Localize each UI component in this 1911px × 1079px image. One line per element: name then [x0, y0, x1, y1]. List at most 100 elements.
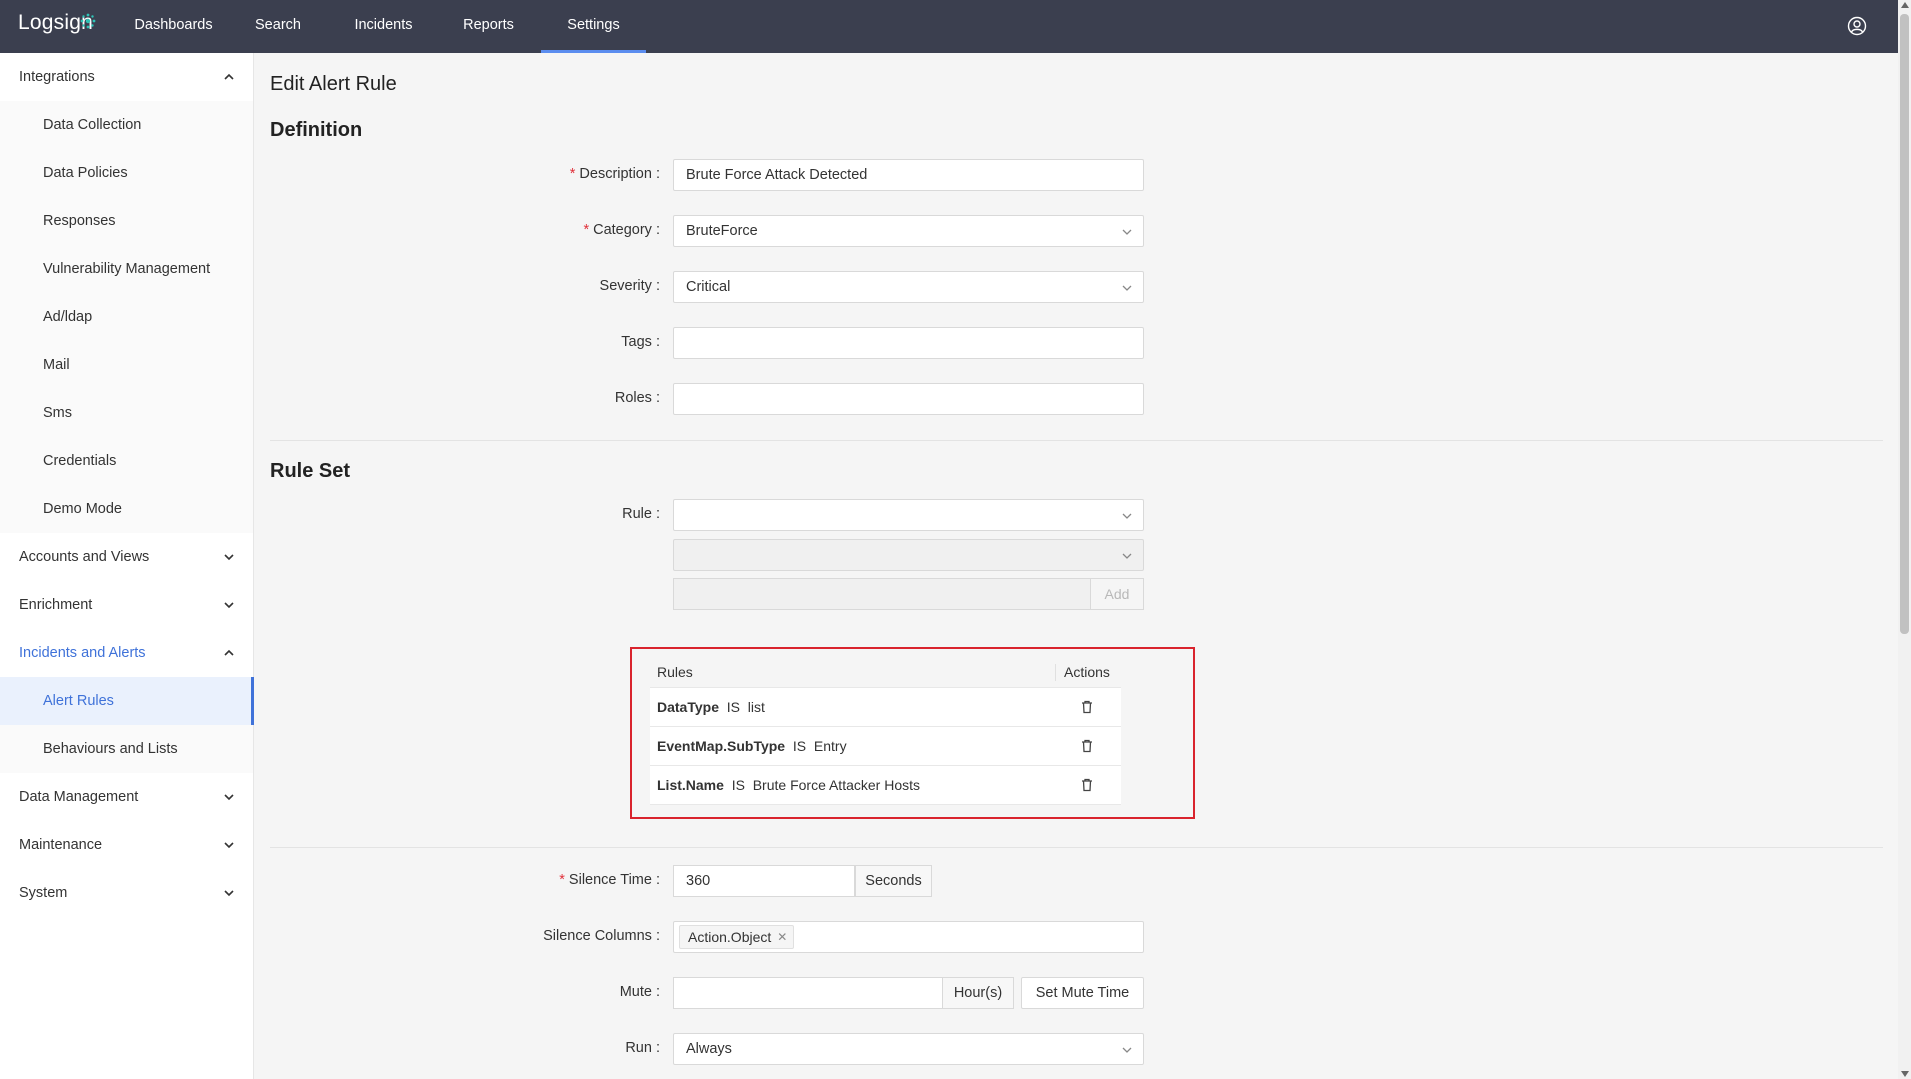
sidebar-group-integrations[interactable]: Integrations [0, 53, 253, 101]
chevron-down-icon [1122, 1047, 1132, 1053]
tags-input[interactable] [673, 327, 1144, 359]
sidebar-group-label: Data Management [19, 789, 139, 805]
mute-hours-input[interactable] [673, 977, 943, 1009]
sidebar-item-ad-ldap[interactable]: Ad/ldap [0, 293, 253, 341]
silence-time-unit: Seconds [855, 865, 932, 897]
silence-columns-select[interactable]: Action.Object ✕ [673, 921, 1144, 953]
set-mute-time-button[interactable]: Set Mute Time [1021, 977, 1144, 1009]
sidebar-item-sms[interactable]: Sms [0, 389, 253, 437]
sidebar-group-incidents-and-alerts[interactable]: Incidents and Alerts [0, 629, 253, 677]
rules-table-header: Rules Actions [650, 657, 1121, 688]
chevron-up-icon [224, 649, 234, 656]
description-input[interactable]: Brute Force Attack Detected [673, 159, 1144, 191]
rule-value-input[interactable] [673, 578, 1090, 610]
required-marker: * [583, 222, 590, 238]
sidebar-item-demo-mode[interactable]: Demo Mode [0, 485, 253, 533]
sidebar-group-accounts-and-views[interactable]: Accounts and Views [0, 533, 253, 581]
mute-label: Mute : [619, 984, 660, 1000]
rule-operator: IS [731, 777, 745, 793]
sidebar-submenu-incidents-and-alerts: Alert Rules Behaviours and Lists [0, 677, 254, 773]
sidebar-group-label: Enrichment [19, 597, 93, 613]
description-label-text: Description [579, 166, 652, 182]
silence-time-input[interactable]: 360 [673, 865, 855, 897]
sidebar-item-data-policies[interactable]: Data Policies [0, 149, 253, 197]
severity-label-text: Severity [599, 278, 652, 294]
scrollbar-thumb[interactable] [1900, 14, 1909, 634]
sidebar-item-behaviours-and-lists[interactable]: Behaviours and Lists [0, 725, 253, 773]
rule-operator-select[interactable] [673, 539, 1144, 571]
silence-columns-label-text: Silence Columns [543, 928, 652, 944]
rule-value: list [747, 699, 765, 715]
sidebar-submenu-integrations: Data Collection Data Policies Responses … [0, 101, 253, 533]
close-icon[interactable]: ✕ [777, 926, 787, 948]
rule-field: EventMap.SubType [657, 738, 786, 754]
column-header-actions: Actions [1064, 664, 1110, 680]
rule-value: Entry [813, 738, 847, 754]
sidebar-group-enrichment[interactable]: Enrichment [0, 581, 253, 629]
nav-search[interactable]: Search [238, 0, 318, 53]
run-select[interactable]: Always [673, 1033, 1144, 1065]
sidebar-group-system[interactable]: System [0, 869, 253, 917]
trash-icon[interactable] [1080, 739, 1094, 753]
section-divider [270, 847, 1883, 848]
table-row: DataType IS list [650, 688, 1121, 727]
silence-columns-label: Silence Columns : [543, 928, 660, 944]
sidebar-item-alert-rules[interactable]: Alert Rules [0, 677, 254, 725]
sidebar-group-label: Integrations [19, 69, 95, 85]
rule-text: EventMap.SubType IS Entry [657, 727, 847, 766]
description-label: * Description : [569, 166, 660, 182]
rule-value-group: Add [673, 578, 1144, 610]
sidebar-item-mail[interactable]: Mail [0, 341, 253, 389]
user-circle-icon[interactable] [1847, 16, 1867, 36]
sidebar-item-data-collection[interactable]: Data Collection [0, 101, 253, 149]
roles-input[interactable] [673, 383, 1144, 415]
silence-column-tag: Action.Object ✕ [679, 925, 795, 949]
silence-time-label-text: Silence Time [568, 872, 652, 888]
trash-icon[interactable] [1080, 778, 1094, 792]
category-value: BruteForce [686, 223, 758, 239]
chevron-down-icon [1122, 229, 1132, 235]
rule-operator: IS [792, 738, 807, 754]
sidebar-item-responses[interactable]: Responses [0, 197, 253, 245]
silence-time-label: * Silence Time : [559, 872, 660, 888]
chevron-down-icon [224, 602, 234, 609]
category-label-text: Category [593, 222, 652, 238]
sidebar-item-vulnerability-management[interactable]: Vulnerability Management [0, 245, 253, 293]
main-content: Edit Alert Rule Definition * Description … [255, 53, 1898, 1079]
chevron-down-icon [224, 794, 234, 801]
section-heading-definition: Definition [270, 119, 363, 141]
rule-select[interactable] [673, 499, 1144, 531]
chevron-down-icon [224, 890, 234, 897]
required-marker: * [569, 166, 576, 182]
rule-text: List.Name IS Brute Force Attacker Hosts [657, 766, 920, 805]
run-label: Run : [625, 1040, 660, 1056]
rules-highlight-box: Rules Actions DataType IS list EventMap.… [630, 647, 1195, 819]
section-heading-rule-set: Rule Set [270, 460, 351, 482]
nav-incidents[interactable]: Incidents [336, 0, 431, 53]
chevron-down-icon [224, 842, 234, 849]
severity-select[interactable]: Critical [673, 271, 1144, 303]
rule-field: List.Name [657, 777, 724, 793]
rule-text: DataType IS list [657, 688, 765, 727]
sidebar-group-maintenance[interactable]: Maintenance [0, 821, 253, 869]
chevron-down-icon [1122, 513, 1132, 519]
category-select[interactable]: BruteForce [673, 215, 1144, 247]
scroll-up-arrow-icon[interactable] [1901, 2, 1909, 8]
top-nav-bar: Logsign Dashboards Search Incidents Repo… [0, 0, 1898, 53]
trash-icon[interactable] [1080, 700, 1094, 714]
nav-dashboards[interactable]: Dashboards [126, 0, 221, 53]
add-rule-button[interactable]: Add [1090, 578, 1144, 610]
rules-table: Rules Actions DataType IS list EventMap.… [650, 657, 1121, 805]
rule-label: Rule : [622, 506, 660, 522]
page-scrollbar[interactable] [1898, 0, 1911, 1079]
table-row: EventMap.SubType IS Entry [650, 727, 1121, 766]
column-header-rules: Rules [657, 664, 693, 680]
nav-settings[interactable]: Settings [541, 0, 646, 53]
nav-reports[interactable]: Reports [446, 0, 531, 53]
scroll-down-arrow-icon[interactable] [1901, 1071, 1909, 1077]
sidebar-group-data-management[interactable]: Data Management [0, 773, 253, 821]
sidebar-item-credentials[interactable]: Credentials [0, 437, 253, 485]
column-separator [1055, 664, 1056, 681]
chevron-down-icon [224, 554, 234, 561]
rule-operator: IS [726, 699, 740, 715]
